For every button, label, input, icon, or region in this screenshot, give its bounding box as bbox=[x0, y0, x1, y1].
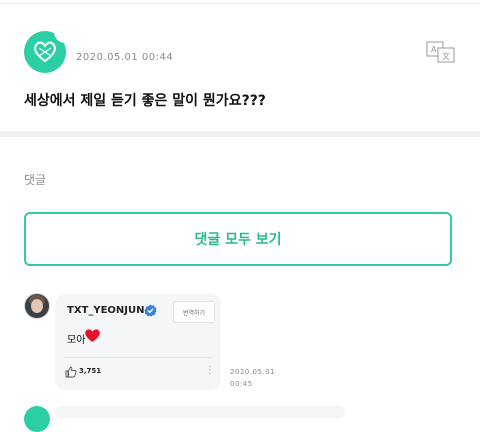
svg-text:文: 文 bbox=[442, 51, 450, 61]
next-comment-avatar[interactable] bbox=[24, 406, 50, 432]
next-comment-bubble bbox=[55, 406, 345, 418]
view-all-comments-button[interactable]: 댓글 모두 보기 bbox=[24, 212, 452, 266]
post-text: 세상에서 제일 듣기 좋은 말이 뭔가요??? bbox=[24, 93, 266, 109]
like-count: 3,751 bbox=[79, 367, 102, 375]
comment-timestamp: 2020.05.01 00:45 bbox=[230, 366, 275, 390]
comment-translate-button[interactable]: 번역하기 bbox=[173, 301, 215, 323]
heart-logo-icon bbox=[34, 41, 56, 63]
verified-badge-icon bbox=[144, 304, 157, 317]
comment-divider bbox=[63, 357, 213, 358]
comment-author-avatar[interactable] bbox=[24, 293, 50, 319]
comment-bubble: TXT_YEONJUN 번역하기 모아 3,751 ⋮ bbox=[55, 294, 221, 390]
post-date: 2020.05.01 00:44 bbox=[76, 52, 174, 63]
more-options-icon[interactable]: ⋮ bbox=[205, 365, 215, 377]
artist-avatar[interactable] bbox=[24, 31, 66, 73]
comments-heading: 댓글 bbox=[24, 173, 47, 187]
translate-icon[interactable]: A 文 bbox=[426, 41, 456, 63]
post-card bbox=[0, 4, 480, 131]
comment-time: 00:45 bbox=[230, 380, 253, 388]
comment-text: 모아 bbox=[67, 335, 86, 346]
comment-author-name[interactable]: TXT_YEONJUN bbox=[67, 305, 145, 316]
svg-text:A: A bbox=[431, 45, 437, 54]
avatar-face bbox=[31, 299, 43, 313]
like-thumb-icon[interactable] bbox=[65, 366, 77, 378]
section-separator bbox=[0, 131, 480, 137]
comment-date: 2020.05.01 bbox=[230, 368, 276, 376]
heart-emoji-icon bbox=[85, 329, 100, 342]
